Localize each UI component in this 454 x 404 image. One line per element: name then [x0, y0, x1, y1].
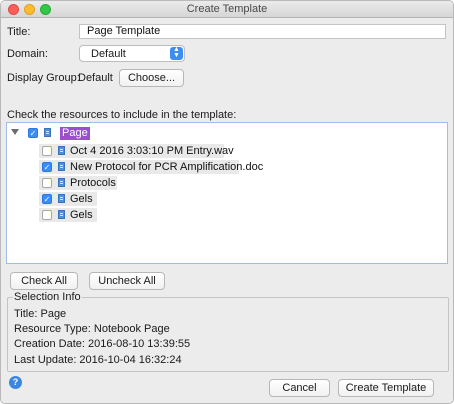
title-input[interactable]: Page Template: [79, 24, 446, 39]
window-title: Create Template: [186, 3, 268, 15]
cancel-button[interactable]: Cancel: [269, 379, 330, 397]
document-icon: [58, 178, 65, 187]
resource-tree[interactable]: ✓ Page Oct 4 2016 3:03:10 PM Entry.wav ✓…: [6, 122, 448, 264]
info-resource-type: Resource Type: Notebook Page: [14, 323, 170, 335]
selection-info-title: Selection Info: [13, 291, 82, 303]
tree-item-label-3: Protocols: [70, 177, 116, 189]
item-checkbox-1[interactable]: [42, 146, 52, 156]
domain-select[interactable]: Default ▲ ▼: [79, 45, 185, 62]
tree-item-label-5: Gels: [70, 209, 93, 221]
display-group-label: Display Group:: [7, 72, 80, 84]
uncheck-all-button[interactable]: Uncheck All: [89, 272, 165, 290]
info-title: Title: Page: [14, 308, 67, 320]
create-template-window: Create Template Title: Page Template Dom…: [0, 0, 454, 404]
help-icon[interactable]: ?: [9, 376, 22, 389]
create-template-button[interactable]: Create Template: [338, 379, 434, 397]
info-creation-date: Creation Date: 2016-08-10 13:39:55: [14, 338, 191, 350]
domain-label: Domain:: [7, 48, 48, 60]
document-icon: [44, 128, 51, 137]
display-group-value: Default: [78, 72, 113, 84]
resources-heading: Check the resources to include in the te…: [7, 109, 237, 121]
info-last-update: Last Update: 2016-10-04 16:32:24: [14, 354, 182, 366]
document-icon: [58, 162, 65, 171]
item-checkbox-2[interactable]: ✓: [42, 162, 52, 172]
title-label: Title:: [7, 26, 31, 38]
item-checkbox-4[interactable]: ✓: [42, 194, 52, 204]
check-all-button[interactable]: Check All: [10, 272, 78, 290]
document-icon: [58, 210, 65, 219]
choose-button[interactable]: Choose...: [119, 69, 184, 87]
root-checkbox[interactable]: ✓: [28, 128, 38, 138]
item-checkbox-3[interactable]: [42, 178, 52, 188]
item-checkbox-5[interactable]: [42, 210, 52, 220]
tree-root-label[interactable]: Page: [60, 127, 90, 140]
chevron-updown-icon: ▲ ▼: [170, 46, 183, 60]
document-icon: [58, 194, 65, 203]
tree-item-label-4: Gels: [70, 193, 93, 205]
tree-item-label-2: New Protocol for PCR Amplification.doc: [70, 161, 264, 173]
title-bar: Create Template: [1, 1, 453, 18]
document-icon: [58, 146, 65, 155]
selection-info-group: Selection Info Title: Page Resource Type…: [7, 291, 449, 372]
tree-item-label-1: Oct 4 2016 3:03:10 PM Entry.wav: [70, 145, 234, 157]
disclosure-triangle-icon[interactable]: [11, 129, 19, 135]
domain-select-value: Default: [91, 48, 126, 60]
